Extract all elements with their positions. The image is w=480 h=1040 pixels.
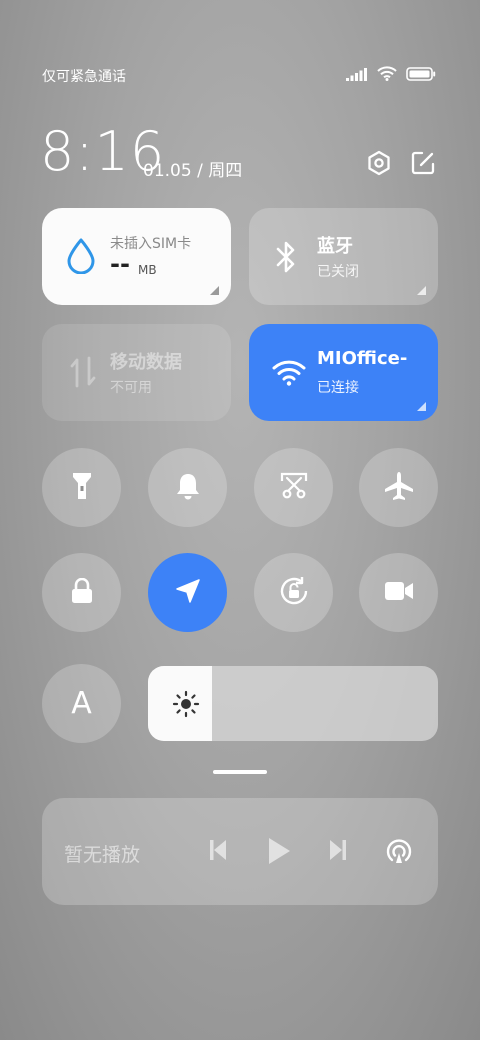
water-drop-icon: [66, 238, 96, 278]
wifi-icon: [377, 66, 397, 85]
bluetooth-icon: [275, 240, 297, 278]
media-player-card[interactable]: 暂无播放: [42, 798, 438, 905]
airplane-icon: [384, 471, 414, 505]
bluetooth-title: 蓝牙: [317, 236, 353, 257]
brightness-slider[interactable]: [148, 666, 438, 741]
data-usage-tile[interactable]: 未插入SIM卡 -- MB: [42, 208, 231, 305]
data-usage-unit: MB: [138, 263, 157, 277]
signal-icon: [346, 66, 368, 85]
airplane-mode-toggle[interactable]: [359, 448, 438, 527]
rotation-lock-icon: [278, 575, 310, 611]
mobile-data-tile[interactable]: 移动数据 不可用: [42, 324, 231, 421]
expand-corner-icon: [210, 286, 219, 295]
flashlight-icon: [71, 471, 93, 505]
scissors-icon: [280, 472, 308, 504]
lock-screen-toggle[interactable]: [42, 553, 121, 632]
expand-corner-icon: [417, 286, 426, 295]
ringer-toggle[interactable]: [148, 448, 227, 527]
edit-icon[interactable]: [410, 150, 436, 176]
play-icon[interactable]: [266, 836, 292, 870]
drawer-handle[interactable]: [213, 770, 267, 774]
flashlight-toggle[interactable]: [42, 448, 121, 527]
auto-rotate-toggle[interactable]: [254, 553, 333, 632]
sun-icon: [172, 690, 200, 722]
video-camera-icon: [384, 581, 414, 605]
status-carrier-text: 仅可紧急通话: [42, 69, 126, 85]
screen-record-toggle[interactable]: [359, 553, 438, 632]
battery-icon: [406, 66, 436, 85]
next-icon[interactable]: [328, 836, 348, 868]
clock-date: 01.05 / 周四: [143, 161, 243, 181]
mobile-data-title: 移动数据: [110, 352, 182, 373]
wifi-status: 已连接: [317, 380, 359, 396]
wifi-tile[interactable]: MIOffice- 已连接: [249, 324, 438, 421]
expand-corner-icon: [417, 402, 426, 411]
mobile-data-arrows-icon: [70, 356, 96, 392]
auto-brightness-label: A: [71, 686, 92, 721]
cast-icon[interactable]: [384, 836, 414, 870]
settings-icon[interactable]: [366, 150, 392, 176]
status-icons: [346, 66, 436, 85]
media-status-label: 暂无播放: [64, 844, 141, 866]
location-arrow-icon: [175, 578, 201, 608]
previous-icon[interactable]: [208, 836, 228, 868]
lock-icon: [70, 577, 94, 608]
auto-brightness-toggle[interactable]: A: [42, 664, 121, 743]
wifi-title: MIOffice-: [317, 348, 408, 369]
bell-icon: [175, 472, 201, 504]
bluetooth-tile[interactable]: 蓝牙 已关闭: [249, 208, 438, 305]
mobile-data-status: 不可用: [110, 380, 152, 396]
screenshot-toggle[interactable]: [254, 448, 333, 527]
data-usage-value: --: [110, 250, 130, 278]
location-toggle[interactable]: [148, 553, 227, 632]
bluetooth-status: 已关闭: [317, 264, 359, 280]
wifi-tile-icon: [272, 358, 306, 390]
